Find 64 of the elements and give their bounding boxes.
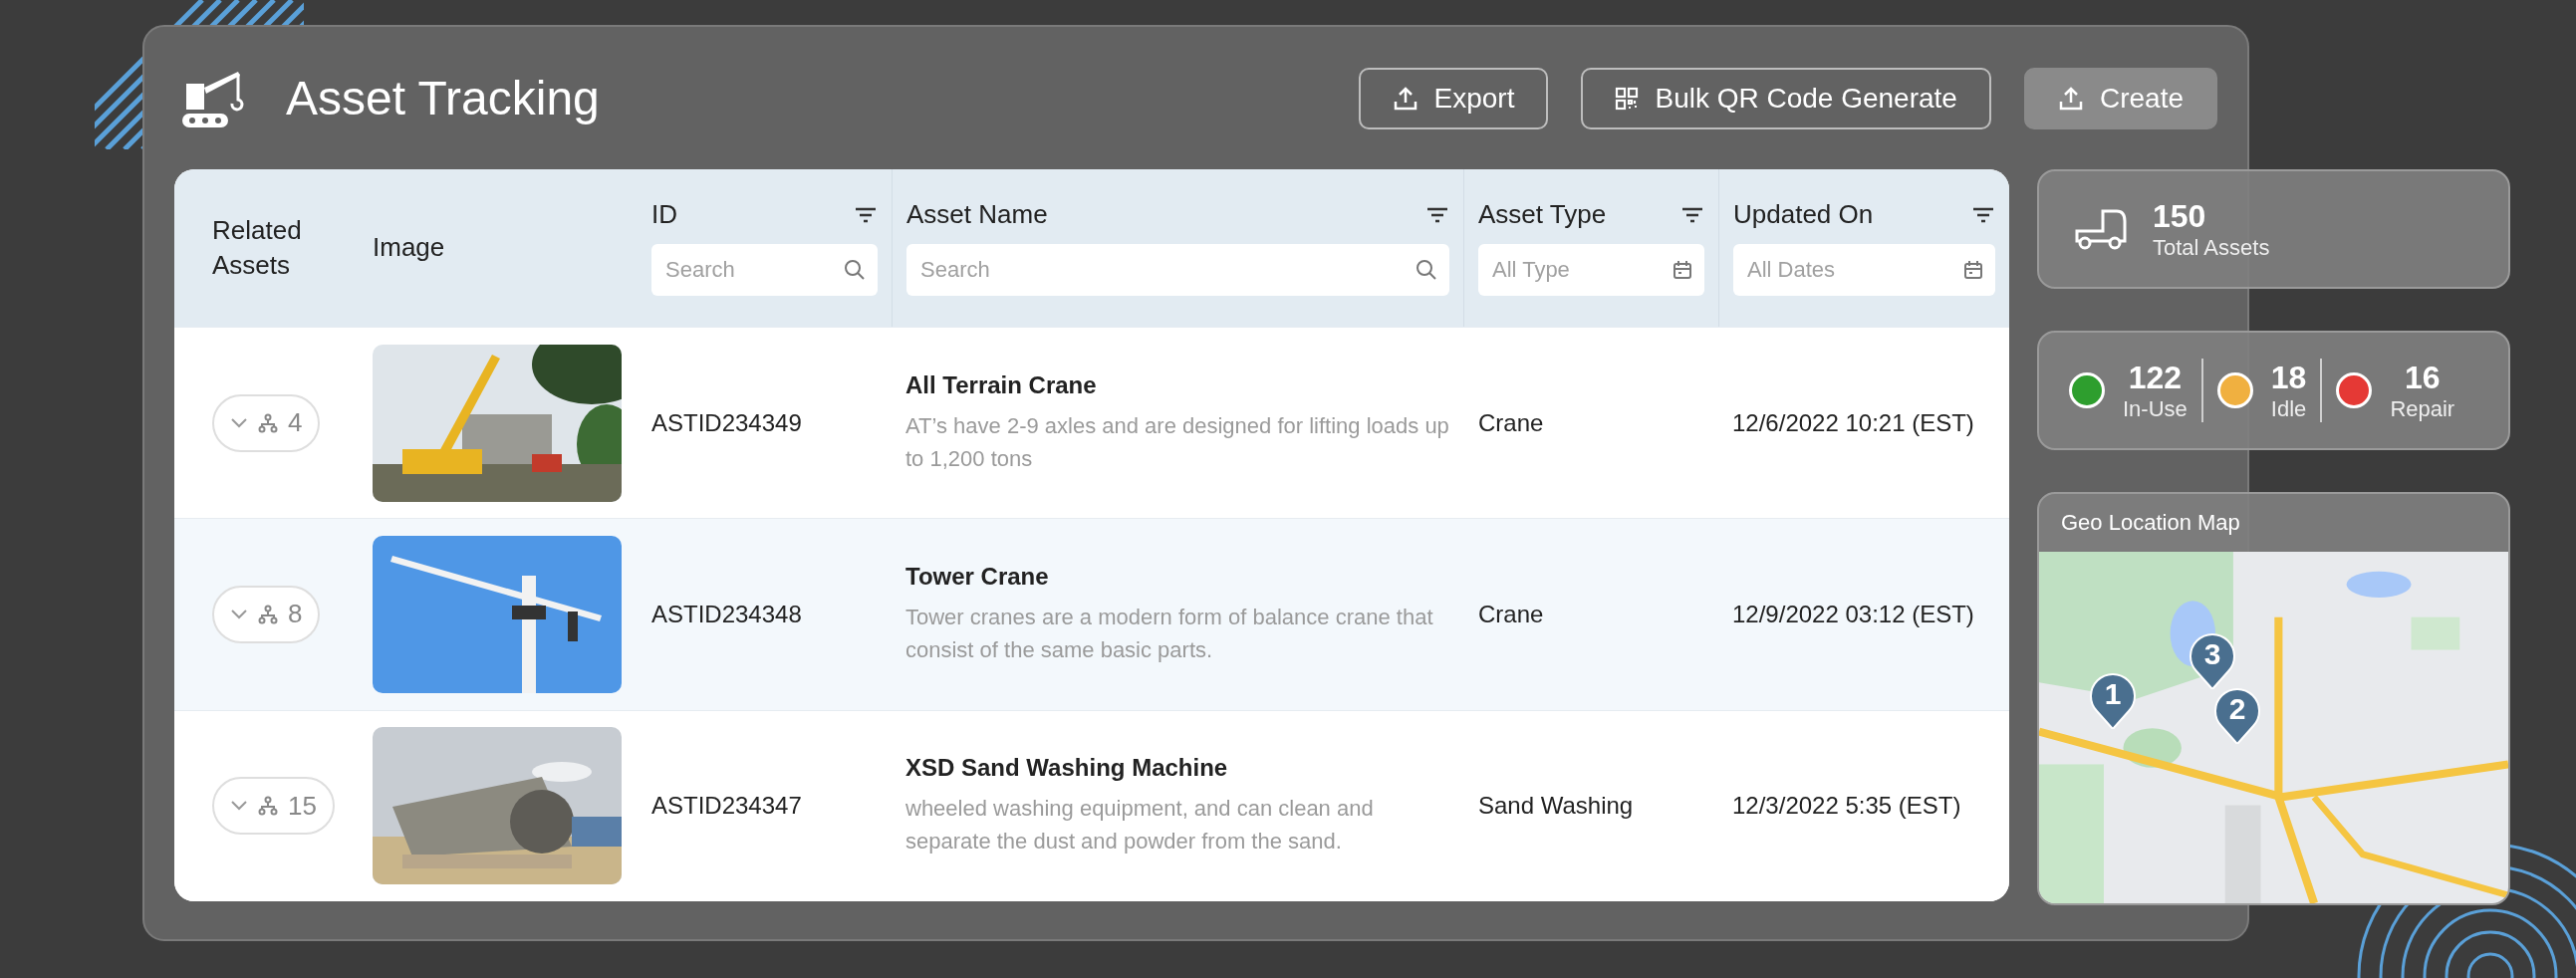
action-button[interactable]: Create bbox=[2023, 67, 2217, 129]
truck-icon bbox=[2073, 207, 2129, 251]
action-button[interactable]: Bulk QR Code Generate bbox=[1581, 67, 1991, 129]
filter-field[interactable]: All Dates bbox=[1733, 244, 1995, 297]
asset-type: Crane bbox=[1478, 601, 1544, 628]
stat-label: Idle bbox=[2270, 395, 2307, 422]
search-icon bbox=[1416, 259, 1437, 282]
page-title: Asset Tracking bbox=[286, 71, 600, 125]
filter-icon[interactable] bbox=[1971, 205, 1995, 224]
asset-description: Tower cranes are a modern form of balance crane that consist of the same basic parts. bbox=[905, 604, 1434, 664]
related-assets-toggle[interactable]: 4 bbox=[212, 393, 321, 452]
map-pin[interactable]: 1 bbox=[2089, 671, 2137, 729]
map-title: Geo Location Map bbox=[2060, 509, 2241, 537]
stat-value: 18 bbox=[2270, 359, 2307, 396]
asset-description: AT’s have 2-9 axles and are designed for lifting loads up to 1,200 tons bbox=[905, 411, 1450, 473]
asset-id: ASTID234348 bbox=[651, 601, 802, 628]
asset-type: Crane bbox=[1478, 408, 1544, 437]
calendar-icon bbox=[1963, 260, 1983, 281]
updated-date: 12/6/2022 10:21 (EST) bbox=[1732, 408, 1974, 437]
stat-value: 150 bbox=[2153, 197, 2207, 235]
updated-date: 12/9/2022 03:12 (EST) bbox=[1732, 601, 1974, 628]
upload-icon bbox=[2057, 85, 2084, 112]
filter-field[interactable]: Search bbox=[651, 244, 878, 297]
qr-code-icon bbox=[1615, 86, 1640, 111]
stat-label: Total Assets bbox=[2153, 234, 2270, 261]
column-header: Related Assets bbox=[212, 213, 303, 282]
asset-name: XSD Sand Washing Machine bbox=[905, 754, 1228, 783]
column-header: Asset Type bbox=[1478, 198, 1607, 231]
stat-value: 16 bbox=[2405, 359, 2441, 396]
asset-name: Tower Crane bbox=[905, 563, 1049, 591]
map-pin[interactable]: 3 bbox=[2189, 631, 2236, 689]
hierarchy-icon bbox=[258, 796, 278, 817]
asset-id: ASTID234349 bbox=[651, 408, 802, 437]
stat-value: 122 bbox=[2128, 359, 2183, 396]
column-header: ID bbox=[651, 198, 677, 231]
hierarchy-icon bbox=[258, 412, 278, 433]
search-icon bbox=[844, 259, 866, 282]
asset-name: All Terrain Crane bbox=[905, 370, 1097, 399]
calendar-icon bbox=[1673, 260, 1692, 281]
filter-icon[interactable] bbox=[1425, 205, 1449, 224]
table-row[interactable]: 8 ASTID234348 Tower Crane Tower cranes are a modern form of balance crane that consist of the same basic parts. Crane 12/9/2022 03:12 (EST) bbox=[174, 518, 2009, 710]
filter-field[interactable]: Search bbox=[906, 244, 1449, 297]
stat-label: Repair bbox=[2390, 395, 2455, 422]
related-assets-toggle[interactable]: 15 bbox=[212, 777, 335, 836]
updated-date: 12/3/2022 5:35 (EST) bbox=[1732, 792, 1961, 821]
upload-icon bbox=[1392, 85, 1418, 112]
asset-description: wheeled washing equipment, and can clean and separate the dust and powder from the sand. bbox=[905, 795, 1375, 856]
filter-icon[interactable] bbox=[1680, 205, 1704, 224]
chevron-down-icon bbox=[230, 800, 248, 813]
chevron-down-icon bbox=[230, 416, 248, 429]
related-assets-toggle[interactable]: 8 bbox=[212, 586, 321, 643]
hierarchy-icon bbox=[258, 605, 278, 624]
stat-label: In-Use bbox=[2123, 395, 2188, 422]
column-header: Image bbox=[373, 231, 445, 265]
filter-icon[interactable] bbox=[854, 205, 878, 224]
action-button[interactable]: Export bbox=[1358, 67, 1549, 129]
column-header: Updated On bbox=[1733, 198, 1874, 231]
table-row[interactable]: 15 ASTID234347 XSD Sand Washing Machine wheeled washing equipment, and can clean and separate the dust and powder from the sand. Sand Washing 12/3/2022 5:35 (EST) bbox=[174, 709, 2009, 901]
asset-type: Sand Washing bbox=[1478, 792, 1634, 821]
filter-field[interactable]: All Type bbox=[1478, 244, 1704, 297]
chevron-down-icon bbox=[230, 609, 248, 620]
column-header: Asset Name bbox=[906, 198, 1048, 231]
map-pin[interactable]: 2 bbox=[2213, 686, 2261, 744]
asset-id: ASTID234347 bbox=[651, 792, 802, 821]
